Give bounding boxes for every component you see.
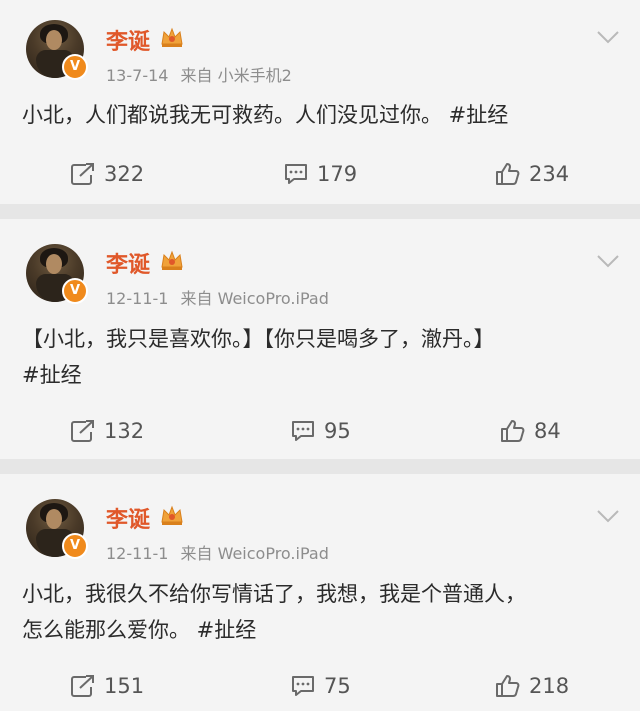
chevron-down-icon[interactable]: [596, 509, 620, 523]
comment-button[interactable]: 95: [290, 419, 351, 443]
author-name[interactable]: 李诞: [106, 247, 150, 279]
post-meta: 12-11-1 来自 WeicoPro.iPad: [106, 285, 329, 309]
comment-count: 95: [324, 419, 351, 443]
like-count: 234: [529, 162, 570, 186]
repost-count: 151: [104, 674, 145, 698]
comment-count: 179: [317, 162, 358, 186]
post-text: 小北，人们都说我无可救药。人们没见过你。 #扯经: [22, 97, 622, 133]
weibo-post: V 李诞 12-11-1 来自 WeicoPro.iPad 小北，我很久不给你写情…: [0, 474, 640, 711]
weibo-post: V 李诞 13-7-14 来自 小米手机2 小北，人们都说我无可救药。人们没见过你…: [0, 0, 640, 204]
post-source[interactable]: WeicoPro.iPad: [218, 289, 329, 308]
vip-crown-icon: [161, 505, 183, 525]
repost-icon: [71, 163, 94, 185]
avatar[interactable]: V: [26, 244, 88, 304]
verified-badge-icon: V: [62, 278, 88, 304]
author-name[interactable]: 李诞: [106, 502, 150, 534]
like-count: 84: [534, 419, 561, 443]
chevron-down-icon[interactable]: [596, 30, 620, 44]
repost-icon: [71, 420, 94, 442]
verified-badge-icon: V: [62, 533, 88, 559]
post-text-line: 小北，人们都说我无可救药。人们没见过你。 #扯经: [22, 103, 509, 127]
comment-icon: [292, 676, 314, 696]
weibo-feed: V 李诞 13-7-14 来自 小米手机2 小北，人们都说我无可救药。人们没见过你…: [0, 0, 640, 711]
repost-button[interactable]: 322: [70, 162, 144, 186]
post-text-line: #扯经: [22, 363, 82, 387]
post-meta: 12-11-1 来自 WeicoPro.iPad: [106, 540, 329, 564]
like-icon: [496, 163, 520, 185]
post-meta: 13-7-14 来自 小米手机2: [106, 62, 292, 86]
like-button[interactable]: 218: [495, 674, 569, 698]
post-date: 13-7-14: [106, 66, 169, 85]
post-text: 【小北，我只是喜欢你。】【你只是喝多了，澈丹。】 #扯经: [22, 321, 622, 393]
post-source[interactable]: WeicoPro.iPad: [218, 544, 329, 563]
comment-button[interactable]: 179: [283, 162, 357, 186]
author-name[interactable]: 李诞: [106, 24, 150, 56]
source-prefix: 来自: [180, 66, 213, 85]
like-icon: [501, 420, 525, 442]
weibo-post: V 李诞 12-11-1 来自 WeicoPro.iPad 【小北，我只是喜欢你。…: [0, 219, 640, 459]
comment-count: 75: [324, 674, 351, 698]
post-source[interactable]: 小米手机2: [218, 66, 292, 85]
source-prefix: 来自: [180, 544, 213, 563]
verified-badge-icon: V: [62, 54, 88, 80]
like-count: 218: [529, 674, 570, 698]
comment-icon: [285, 164, 307, 184]
repost-button[interactable]: 151: [70, 674, 144, 698]
post-date: 12-11-1: [106, 289, 169, 308]
post-date: 12-11-1: [106, 544, 169, 563]
comment-icon: [292, 421, 314, 441]
chevron-down-icon[interactable]: [596, 254, 620, 268]
post-text-line: 小北，我很久不给你写情话了，我想，我是个普通人，: [22, 582, 526, 606]
repost-icon: [71, 675, 94, 697]
like-button[interactable]: 234: [495, 162, 569, 186]
repost-count: 132: [104, 419, 145, 443]
vip-crown-icon: [161, 250, 183, 270]
comment-button[interactable]: 75: [290, 674, 351, 698]
like-icon: [496, 675, 520, 697]
avatar[interactable]: V: [26, 20, 88, 80]
repost-count: 322: [104, 162, 145, 186]
avatar[interactable]: V: [26, 499, 88, 559]
source-prefix: 来自: [180, 289, 213, 308]
post-text-line: 【小北，我只是喜欢你。】【你只是喝多了，澈丹。】: [22, 327, 495, 351]
vip-crown-icon: [161, 27, 183, 47]
like-button[interactable]: 84: [500, 419, 561, 443]
post-text: 小北，我很久不给你写情话了，我想，我是个普通人， 怎么能那么爱你。 #扯经: [22, 576, 622, 648]
post-text-line: 怎么能那么爱你。 #扯经: [22, 618, 257, 642]
repost-button[interactable]: 132: [70, 419, 144, 443]
